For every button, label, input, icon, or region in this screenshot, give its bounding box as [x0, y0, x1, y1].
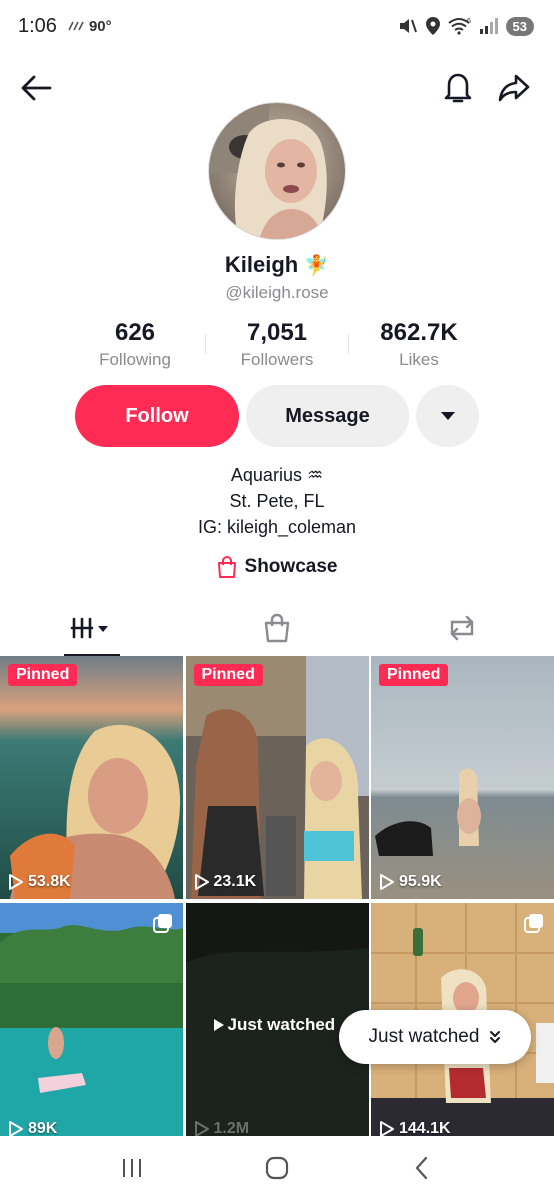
- view-count: 53.8K: [8, 873, 71, 891]
- just-watched-button[interactable]: Just watched: [339, 1010, 531, 1064]
- back-button[interactable]: [16, 68, 56, 108]
- stat-label: Following: [99, 350, 171, 369]
- message-button[interactable]: Message: [246, 385, 409, 447]
- shopping-bag-icon: [217, 556, 236, 578]
- just-watched-overlay: Just watched: [213, 1015, 336, 1035]
- weather-status: 90°: [67, 18, 112, 35]
- suggested-accounts-button[interactable]: [416, 385, 479, 447]
- stat-following[interactable]: 626 Following: [64, 318, 206, 370]
- video-thumbnail: [0, 903, 183, 1140]
- profile-bio: Aquarius ♒ St. Pete, FL IG: kileigh_cole…: [0, 462, 554, 540]
- bio-line: IG: kileigh_coleman: [197, 517, 357, 537]
- status-bar: 1:06 90° 6 53: [0, 0, 554, 52]
- play-icon: [213, 1019, 224, 1031]
- haze-icon: [68, 21, 84, 31]
- arrow-left-icon: [21, 75, 52, 101]
- stat-value: 7,051: [246, 319, 308, 346]
- mute-icon: [399, 19, 417, 33]
- share-button[interactable]: [494, 68, 534, 108]
- home-button[interactable]: [247, 1143, 307, 1193]
- temperature-text: 90°: [88, 17, 112, 35]
- home-icon: [265, 1156, 289, 1180]
- photo-carousel-icon: [524, 913, 544, 938]
- chevron-left-icon: [415, 1156, 427, 1180]
- username-handle: @kileigh.rose: [225, 283, 329, 302]
- view-count: 95.9K: [379, 873, 442, 891]
- stat-label: Likes: [399, 350, 439, 369]
- view-count-text: 95.9K: [399, 873, 442, 890]
- system-back-button[interactable]: [392, 1143, 452, 1193]
- stat-label: Followers: [240, 350, 314, 369]
- bio-line: St. Pete, FL: [229, 491, 325, 511]
- view-count-text: 23.1K: [213, 873, 257, 890]
- content-tabs: [0, 600, 554, 656]
- shopping-bag-icon: [264, 613, 290, 643]
- pinned-badge: Pinned: [379, 664, 449, 686]
- bell-icon: [444, 73, 472, 103]
- bio-line: Aquarius ♒: [230, 465, 324, 485]
- status-time: 1:06: [18, 14, 57, 37]
- pinned-badge: Pinned: [193, 664, 263, 686]
- video-grid: Pinned 53.8K Pinned 23.1K Pinned 95.9K 8…: [0, 656, 554, 1140]
- recent-apps-button[interactable]: [102, 1143, 162, 1193]
- repost-icon: [450, 615, 473, 641]
- profile-actions: Follow Message: [75, 385, 479, 447]
- tab-reposts[interactable]: [369, 600, 554, 656]
- recent-apps-icon: [123, 1159, 142, 1177]
- play-outline-icon: [9, 874, 23, 890]
- view-count-text: 53.8K: [28, 873, 71, 890]
- notifications-button[interactable]: [438, 68, 478, 108]
- showcase-link[interactable]: Showcase: [0, 556, 554, 578]
- play-outline-icon: [380, 874, 394, 890]
- video-thumbnail: [185, 656, 369, 899]
- video-tile[interactable]: Just watched 1.2M: [185, 903, 369, 1140]
- battery-indicator: 53: [505, 16, 534, 36]
- fairy-emoji: 🧚: [304, 254, 330, 277]
- just-watched-text: Just watched: [227, 1015, 336, 1034]
- view-count: 23.1K: [194, 873, 257, 891]
- videos-grid-icon: [71, 617, 109, 639]
- video-tile[interactable]: Pinned 23.1K: [185, 656, 369, 899]
- video-tile[interactable]: Pinned 53.8K: [0, 656, 183, 899]
- play-outline-icon: [194, 874, 209, 890]
- stat-followers[interactable]: 7,051 Followers: [206, 318, 348, 370]
- status-left: 1:06 90°: [18, 15, 112, 38]
- double-chevron-down-icon: [490, 1031, 501, 1043]
- share-arrow-icon: [498, 74, 530, 102]
- video-tile[interactable]: Pinned 95.9K: [371, 656, 554, 899]
- name-row: Kileigh 🧚: [0, 252, 554, 278]
- just-watched-label: Just watched: [368, 1026, 480, 1047]
- tab-shop[interactable]: [185, 600, 370, 656]
- profile-stats: 626 Following 7,051 Followers 862.7K Lik…: [64, 318, 490, 370]
- status-right: 6 53: [398, 16, 534, 36]
- video-thumbnail: [0, 656, 183, 899]
- stat-value: 862.7K: [380, 319, 458, 346]
- system-nav-bar: [0, 1136, 554, 1200]
- video-tile[interactable]: 89K: [0, 903, 183, 1140]
- location-icon: [425, 17, 440, 35]
- tab-videos[interactable]: [0, 600, 185, 656]
- stat-value: 626: [114, 319, 156, 346]
- profile-avatar[interactable]: [208, 102, 346, 240]
- video-thumbnail: [371, 656, 554, 899]
- wifi-icon: 6: [447, 18, 471, 35]
- showcase-label: Showcase: [244, 556, 338, 577]
- pinned-badge: Pinned: [8, 664, 78, 686]
- caret-down-icon: [440, 412, 455, 420]
- signal-icon: [479, 18, 498, 34]
- photo-carousel-icon: [153, 913, 173, 938]
- avatar-image: [209, 103, 345, 239]
- stat-likes[interactable]: 862.7K Likes: [348, 318, 490, 370]
- follow-button[interactable]: Follow: [75, 385, 239, 447]
- display-name: Kileigh: [224, 252, 299, 277]
- svg-text:6: 6: [467, 18, 471, 25]
